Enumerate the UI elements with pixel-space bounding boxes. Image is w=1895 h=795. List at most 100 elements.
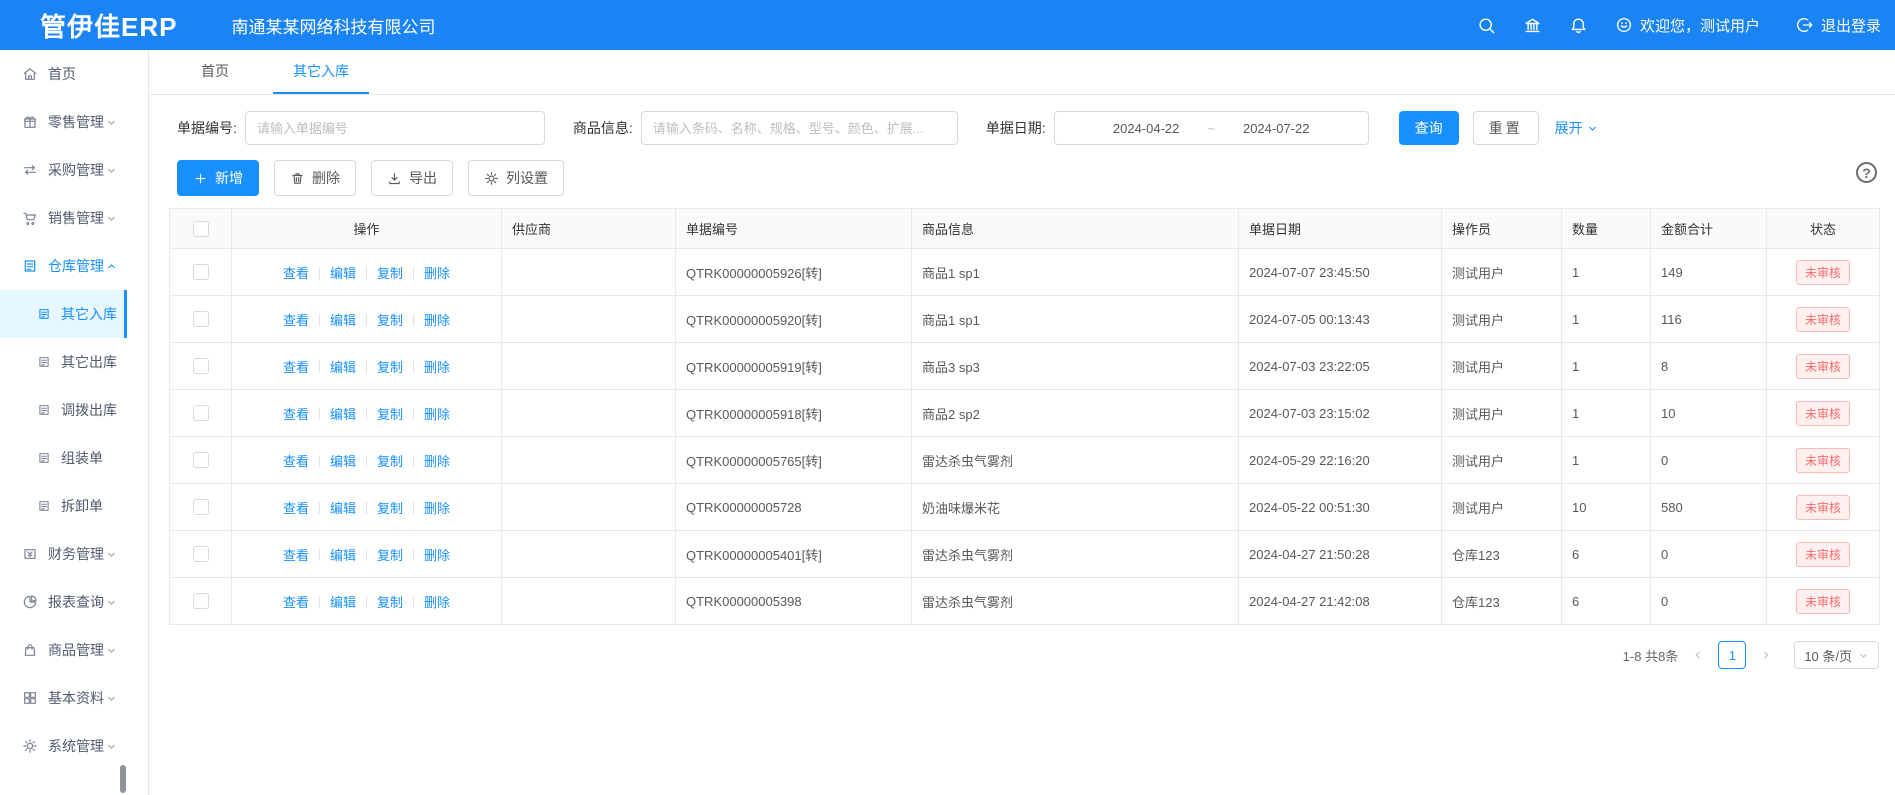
- row-checkbox[interactable]: [193, 452, 209, 468]
- product-info-input[interactable]: [641, 111, 958, 145]
- delete-link[interactable]: 删除: [424, 595, 450, 610]
- edit-link[interactable]: 编辑: [330, 407, 356, 422]
- edit-link[interactable]: 编辑: [330, 501, 356, 516]
- sidebar-item-transfer-outbound[interactable]: 调拨出库: [0, 386, 127, 434]
- product-cell: 雷达杀虫气雾剂: [912, 531, 1239, 578]
- add-button[interactable]: 新增: [177, 160, 259, 196]
- col-header-order-no: 单据编号: [676, 209, 912, 249]
- row-checkbox[interactable]: [193, 405, 209, 421]
- copy-link[interactable]: 复制: [377, 501, 403, 516]
- logout-icon: [1796, 16, 1814, 34]
- copy-link[interactable]: 复制: [377, 407, 403, 422]
- delete-button[interactable]: 删除: [274, 160, 356, 196]
- row-checkbox[interactable]: [193, 264, 209, 280]
- sidebar-item-assembly[interactable]: 组装单: [0, 434, 127, 482]
- logout-button[interactable]: 退出登录: [1796, 15, 1881, 36]
- col-header-qty: 数量: [1562, 209, 1651, 249]
- row-checkbox[interactable]: [193, 358, 209, 374]
- prev-page-button[interactable]: [1686, 641, 1710, 669]
- supplier-cell: [502, 578, 676, 625]
- view-link[interactable]: 查看: [283, 313, 309, 328]
- supplier-cell: [502, 531, 676, 578]
- search-button[interactable]: 查询: [1399, 111, 1459, 145]
- sidebar-item-system[interactable]: 系统管理: [0, 722, 127, 770]
- order-no-input[interactable]: [245, 111, 545, 145]
- sidebar-item-retail[interactable]: 零售管理: [0, 98, 127, 146]
- copy-link[interactable]: 复制: [377, 360, 403, 375]
- edit-link[interactable]: 编辑: [330, 313, 356, 328]
- page-size-select[interactable]: 10 条/页: [1794, 641, 1879, 669]
- sidebar-item-report[interactable]: 报表查询: [0, 578, 127, 626]
- table-row: 查看编辑复制删除 QTRK00000005728 奶油味爆米花 2024-05-…: [170, 484, 1880, 531]
- view-link[interactable]: 查看: [283, 266, 309, 281]
- view-link[interactable]: 查看: [283, 407, 309, 422]
- sidebar-item-other-outbound[interactable]: 其它出库: [0, 338, 127, 386]
- divider: [413, 361, 414, 373]
- view-link[interactable]: 查看: [283, 454, 309, 469]
- row-checkbox[interactable]: [193, 311, 209, 327]
- page-number-button[interactable]: 1: [1718, 641, 1746, 669]
- chevron-down-icon: [1587, 123, 1598, 134]
- delete-link[interactable]: 删除: [424, 501, 450, 516]
- export-button[interactable]: 导出: [371, 160, 453, 196]
- delete-link[interactable]: 删除: [424, 407, 450, 422]
- sidebar-item-label: 调拨出库: [61, 400, 117, 420]
- sidebar-item-home[interactable]: 首页: [0, 50, 127, 98]
- export-button-label: 导出: [409, 168, 437, 188]
- sidebar-item-basic-data[interactable]: 基本资料: [0, 674, 127, 722]
- trash-icon: [290, 171, 305, 186]
- copy-link[interactable]: 复制: [377, 595, 403, 610]
- expand-link[interactable]: 展开: [1555, 118, 1598, 138]
- gear-icon: [484, 171, 499, 186]
- sidebar-item-purchase[interactable]: 采购管理: [0, 146, 127, 194]
- edit-link[interactable]: 编辑: [330, 266, 356, 281]
- view-link[interactable]: 查看: [283, 360, 309, 375]
- sidebar-item-sales[interactable]: 销售管理: [0, 194, 127, 242]
- retail-icon: [22, 114, 38, 130]
- edit-link[interactable]: 编辑: [330, 595, 356, 610]
- reset-button[interactable]: 重置: [1473, 111, 1539, 145]
- copy-link[interactable]: 复制: [377, 313, 403, 328]
- tab-home[interactable]: 首页: [181, 50, 249, 94]
- delete-link[interactable]: 删除: [424, 266, 450, 281]
- copy-link[interactable]: 复制: [377, 454, 403, 469]
- sidebar-item-product[interactable]: 商品管理: [0, 626, 127, 674]
- col-header-actions: 操作: [232, 209, 502, 249]
- next-page-button[interactable]: [1754, 641, 1778, 669]
- tab-other-inbound[interactable]: 其它入库: [273, 50, 369, 94]
- welcome-user[interactable]: 欢迎您，测试用户: [1615, 15, 1760, 36]
- chevron-down-icon: [106, 741, 117, 752]
- view-link[interactable]: 查看: [283, 501, 309, 516]
- date-range-input[interactable]: 2024-04-22 ~ 2024-07-22: [1054, 111, 1369, 145]
- sidebar-item-finance[interactable]: 财务管理: [0, 530, 127, 578]
- edit-link[interactable]: 编辑: [330, 454, 356, 469]
- copy-link[interactable]: 复制: [377, 266, 403, 281]
- sidebar-item-disassembly[interactable]: 拆卸单: [0, 482, 127, 530]
- select-all-checkbox[interactable]: [193, 221, 209, 237]
- delete-link[interactable]: 删除: [424, 454, 450, 469]
- app-logo[interactable]: 管伊佳ERP: [0, 7, 177, 44]
- date-cell: 2024-07-03 23:22:05: [1239, 343, 1442, 390]
- view-link[interactable]: 查看: [283, 595, 309, 610]
- row-checkbox[interactable]: [193, 593, 209, 609]
- help-icon[interactable]: ?: [1856, 162, 1877, 183]
- delete-link[interactable]: 删除: [424, 313, 450, 328]
- sidebar-item-other-inbound[interactable]: 其它入库: [0, 290, 127, 338]
- sidebar-item-warehouse[interactable]: 仓库管理: [0, 242, 127, 290]
- chevron-up-icon: [106, 261, 117, 272]
- bell-icon[interactable]: [1569, 15, 1589, 35]
- edit-link[interactable]: 编辑: [330, 360, 356, 375]
- view-link[interactable]: 查看: [283, 548, 309, 563]
- row-checkbox[interactable]: [193, 546, 209, 562]
- copy-link[interactable]: 复制: [377, 548, 403, 563]
- search-icon[interactable]: [1477, 15, 1497, 35]
- edit-link[interactable]: 编辑: [330, 548, 356, 563]
- delete-link[interactable]: 删除: [424, 360, 450, 375]
- column-settings-button[interactable]: 列设置: [468, 160, 564, 196]
- logout-text: 退出登录: [1821, 15, 1881, 36]
- shop-icon[interactable]: [1523, 15, 1543, 35]
- sidebar-scrollbar[interactable]: [120, 765, 126, 793]
- divider: [319, 502, 320, 514]
- row-checkbox[interactable]: [193, 499, 209, 515]
- delete-link[interactable]: 删除: [424, 548, 450, 563]
